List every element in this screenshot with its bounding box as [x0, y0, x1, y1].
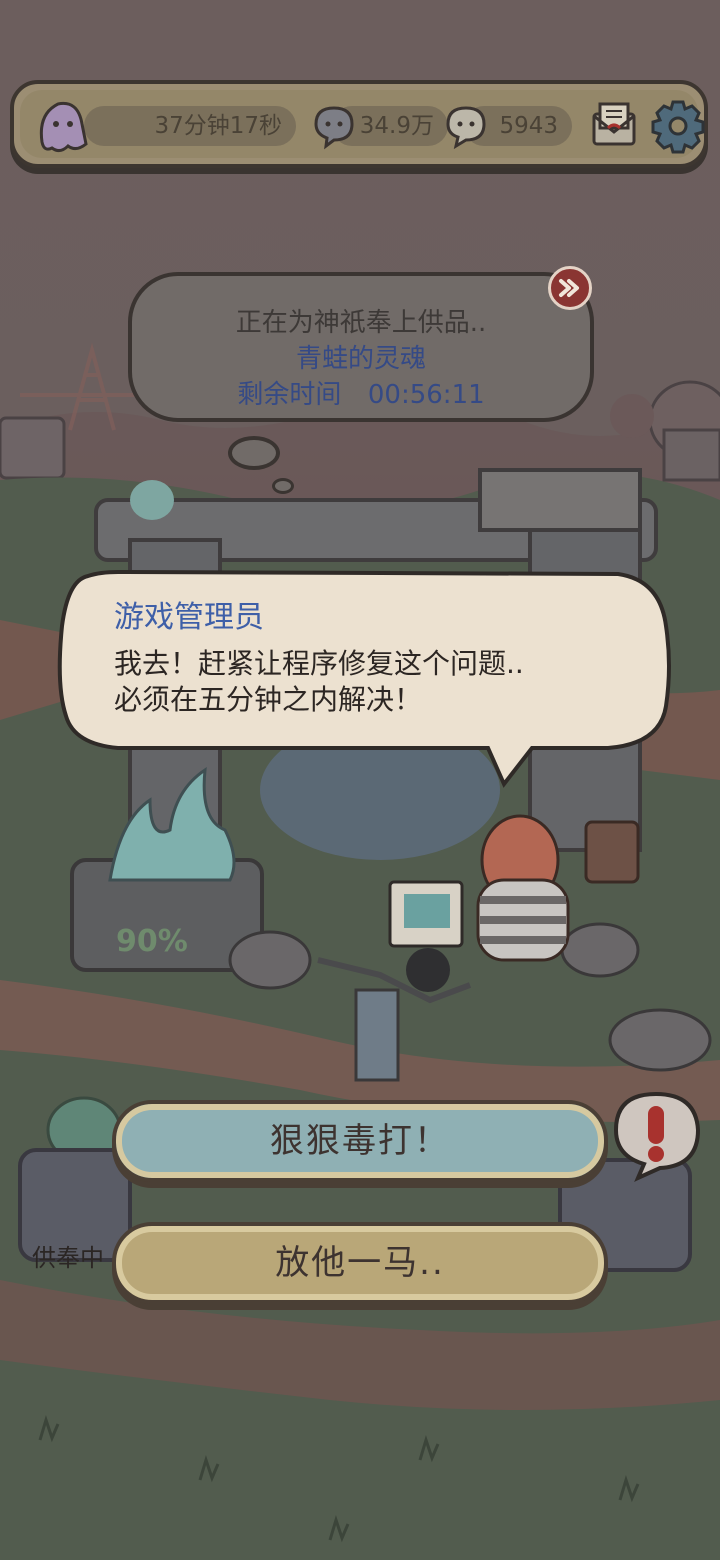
offering-time: 剩余时间 00:56:11 [132, 374, 590, 411]
ghost-icon[interactable] [32, 94, 92, 158]
spare-button[interactable]: 放他一马.. [112, 1222, 608, 1304]
offering-bubble: 正在为神祇奉上供品.. 青蛙的灵魂 剩余时间 00:56:11 [128, 272, 594, 422]
dialog-line-2: 必须在五分钟之内解决！ [114, 683, 423, 716]
offering-status-label: 供奉中 [32, 1244, 104, 1272]
status-bar: 37分钟17秒 34.9万 5943 [10, 80, 708, 168]
dialog-line-1: 我去！赶紧让程序修复这个问题.. [114, 647, 524, 680]
beat-button[interactable]: 狠狠毒打！ [112, 1100, 608, 1182]
messages-value: 5943 [499, 113, 558, 139]
souls-value: 34.9万 [359, 113, 434, 139]
timer-pill: 37分钟17秒 [84, 106, 296, 146]
game-screen: 37分钟17秒 34.9万 5943 正在为神祇奉上供品.. 青蛙的灵魂 剩余时… [0, 0, 720, 1560]
speech-bubble-icon[interactable] [442, 102, 490, 150]
offering-time-value: 00:56:11 [367, 380, 485, 410]
thought-dot-large [228, 436, 280, 470]
altar-progress: 90% [116, 924, 188, 959]
offering-item: 青蛙的灵魂 [295, 344, 426, 374]
dialog-speaker: 游戏管理员 [114, 600, 264, 635]
gear-icon[interactable] [650, 98, 706, 154]
chat-bubble-icon[interactable] [310, 102, 358, 150]
dialog-text: 我去！赶紧让程序修复这个问题.. 必须在五分钟之内解决！ [114, 646, 524, 718]
mail-icon[interactable] [588, 98, 640, 152]
timer-value: 37分钟17秒 [154, 113, 282, 139]
offering-status: 正在为神祇奉上供品.. [235, 308, 487, 338]
thought-dot-small [272, 478, 294, 494]
fast-forward-button[interactable] [548, 266, 592, 310]
fast-forward-icon [559, 279, 579, 297]
offering-time-label: 剩余时间 [237, 380, 342, 410]
exclamation-icon[interactable] [608, 1086, 704, 1182]
